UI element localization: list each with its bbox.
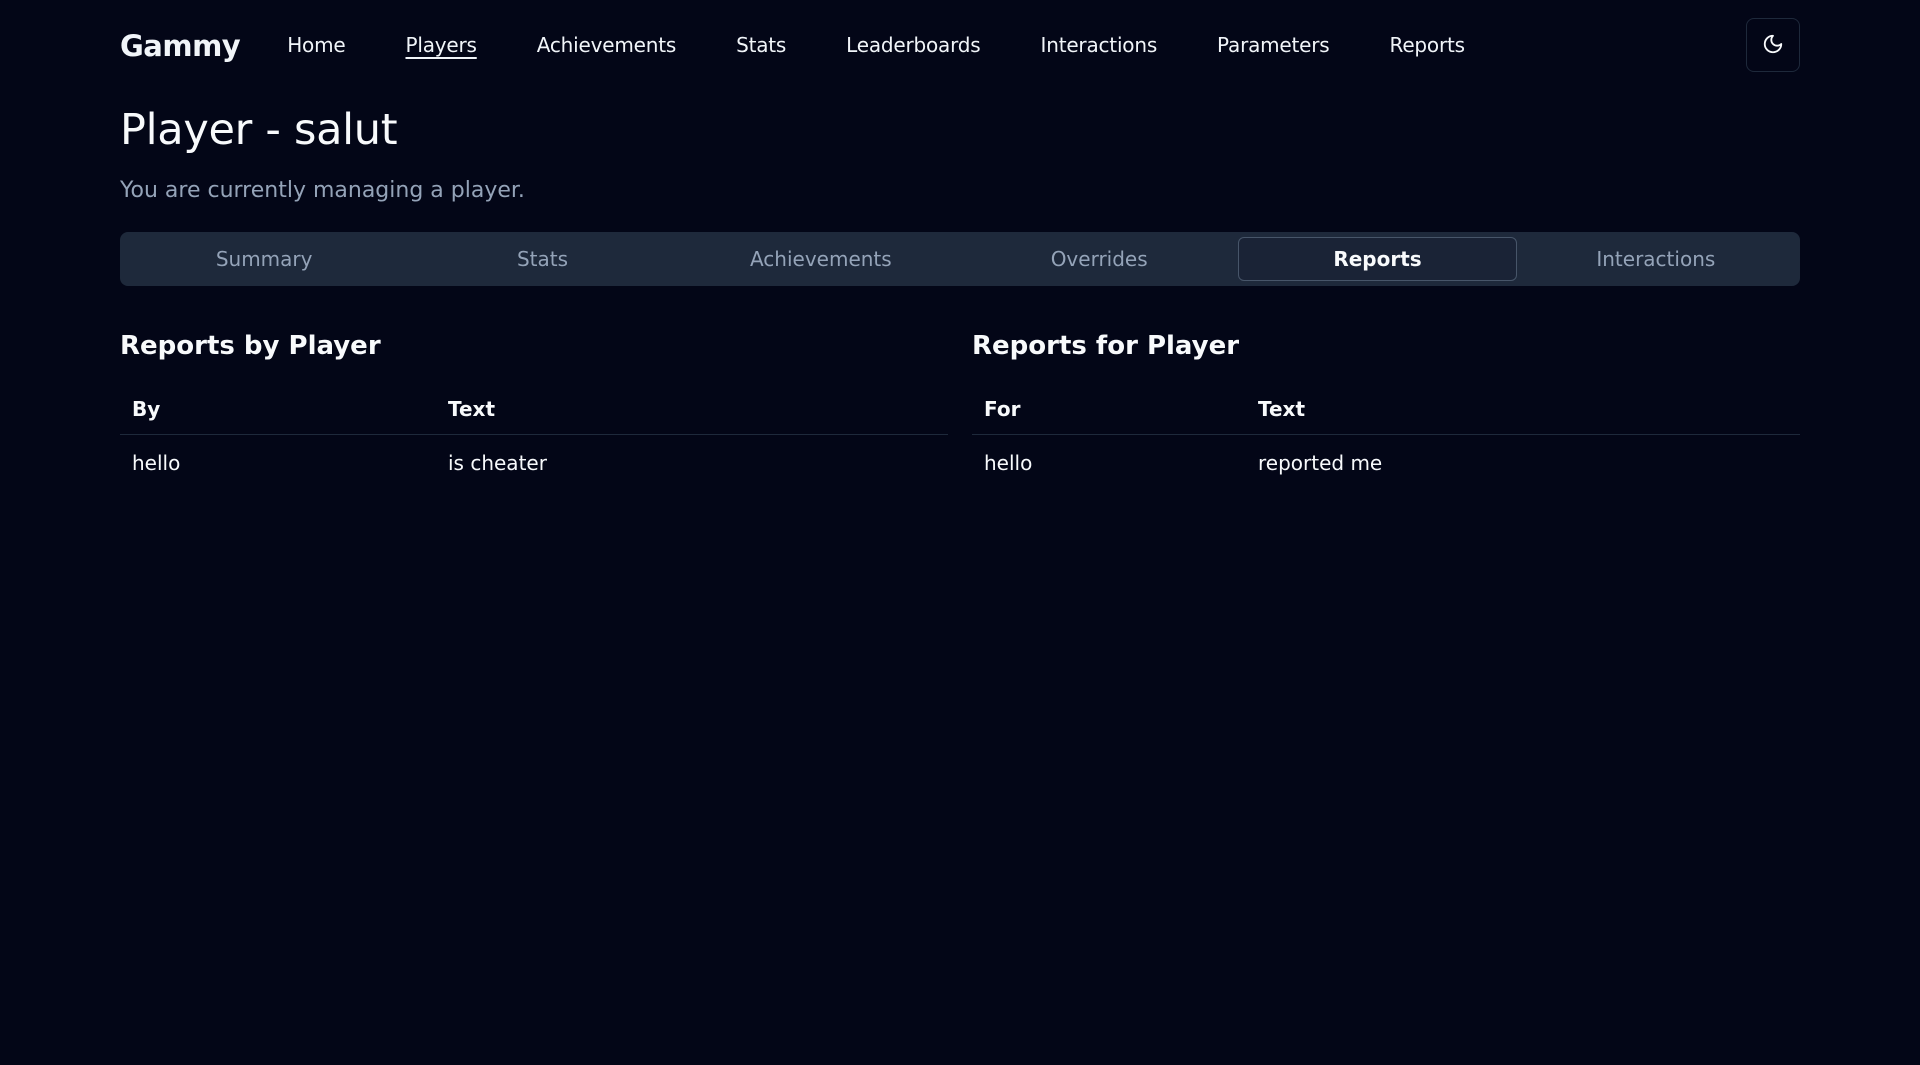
report-by-cell: hello xyxy=(132,451,181,476)
table-row: hello reported me xyxy=(972,434,1800,492)
theme-toggle-button[interactable] xyxy=(1746,18,1800,72)
tab-overrides[interactable]: Overrides xyxy=(960,237,1238,281)
tab-reports[interactable]: Reports xyxy=(1238,237,1517,281)
table-header-row: For Text xyxy=(972,384,1800,435)
nav-leaderboards[interactable]: Leaderboards xyxy=(846,33,981,60)
nav-parameters[interactable]: Parameters xyxy=(1217,33,1330,60)
report-for-cell: hello xyxy=(984,451,1033,476)
nav-interactions[interactable]: Interactions xyxy=(1041,33,1158,60)
player-tabs: Summary Stats Achievements Overrides Rep… xyxy=(120,232,1800,286)
column-header-by: By xyxy=(120,384,436,435)
main-container: Gammy Home Players Achievements Stats Le… xyxy=(120,0,1800,492)
nav-stats[interactable]: Stats xyxy=(736,33,786,60)
tab-interactions[interactable]: Interactions xyxy=(1517,237,1795,281)
nav-achievements[interactable]: Achievements xyxy=(537,33,677,60)
report-text-cell: is cheater xyxy=(448,451,547,476)
page: Gammy Home Players Achievements Stats Le… xyxy=(0,0,1920,1065)
page-title: Player - salut xyxy=(120,105,398,155)
tab-achievements[interactable]: Achievements xyxy=(682,237,960,281)
nav-reports[interactable]: Reports xyxy=(1390,33,1466,60)
reports-sections: Reports by Player By Text hello is cheat… xyxy=(120,328,1800,492)
column-header-text: Text xyxy=(436,384,948,435)
report-text-cell: reported me xyxy=(1258,451,1383,476)
table-header-row: By Text xyxy=(120,384,948,435)
tab-summary[interactable]: Summary xyxy=(125,237,403,281)
nav-players[interactable]: Players xyxy=(405,33,476,60)
tab-stats[interactable]: Stats xyxy=(403,237,681,281)
reports-for-player-section: Reports for Player For Text hello report… xyxy=(972,328,1800,492)
top-navbar: Gammy Home Players Achievements Stats Le… xyxy=(120,0,1800,92)
moon-icon xyxy=(1762,33,1784,58)
reports-by-player-title: Reports by Player xyxy=(120,331,381,361)
column-header-text: Text xyxy=(1246,384,1800,435)
reports-by-player-table: By Text hello is cheater xyxy=(120,384,948,492)
reports-for-player-title: Reports for Player xyxy=(972,331,1240,361)
reports-by-player-section: Reports by Player By Text hello is cheat… xyxy=(120,328,948,492)
reports-for-player-table: For Text hello reported me xyxy=(972,384,1800,492)
main-nav: Home Players Achievements Stats Leaderbo… xyxy=(287,33,1465,60)
page-subtitle: You are currently managing a player. xyxy=(120,178,525,203)
nav-home[interactable]: Home xyxy=(287,33,345,60)
column-header-for: For xyxy=(972,384,1246,435)
table-row: hello is cheater xyxy=(120,434,948,492)
brand-logo[interactable]: Gammy xyxy=(120,29,241,63)
